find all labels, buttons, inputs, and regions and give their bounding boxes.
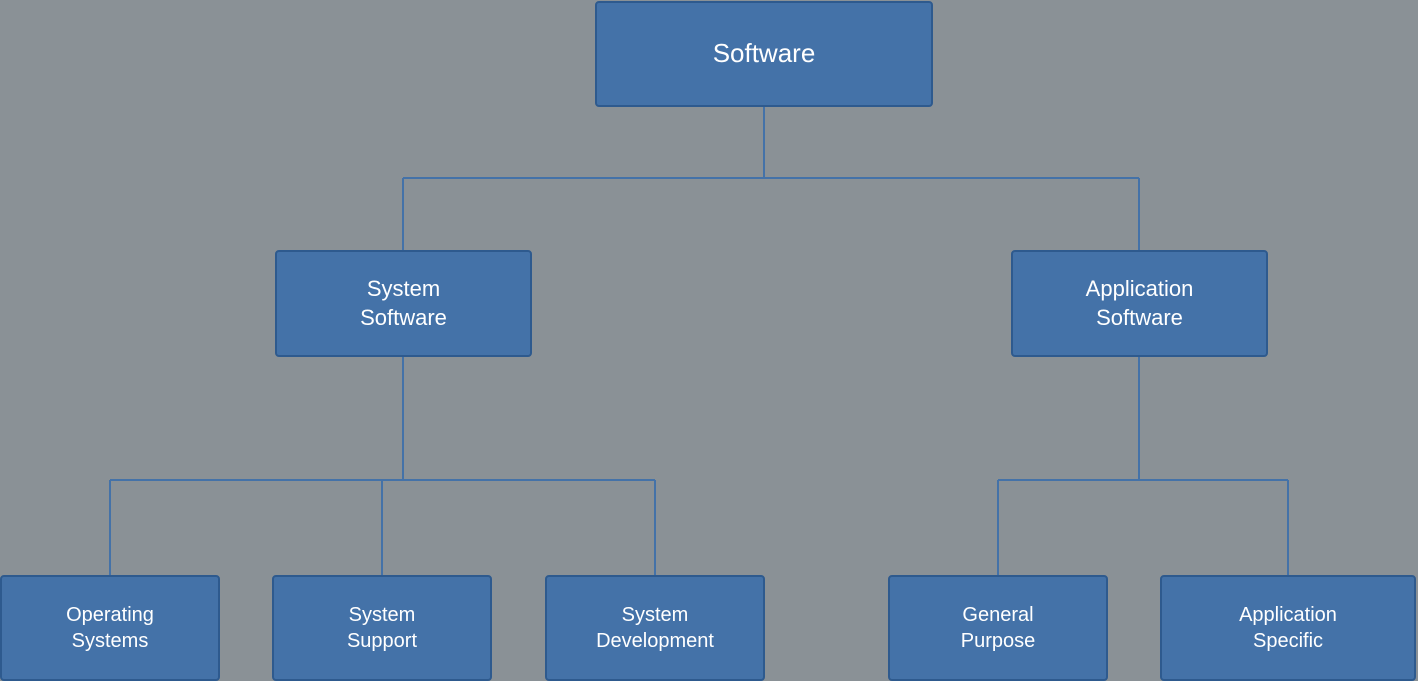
software-node: Software [595, 1, 933, 107]
system-software-node: System Software [275, 250, 532, 357]
general-purpose-node: General Purpose [888, 575, 1108, 681]
diagram: Software System Software Application Sof… [0, 0, 1418, 681]
operating-systems-node: Operating Systems [0, 575, 220, 681]
system-development-node: System Development [545, 575, 765, 681]
application-specific-node: Application Specific [1160, 575, 1416, 681]
application-software-node: Application Software [1011, 250, 1268, 357]
system-support-node: System Support [272, 575, 492, 681]
